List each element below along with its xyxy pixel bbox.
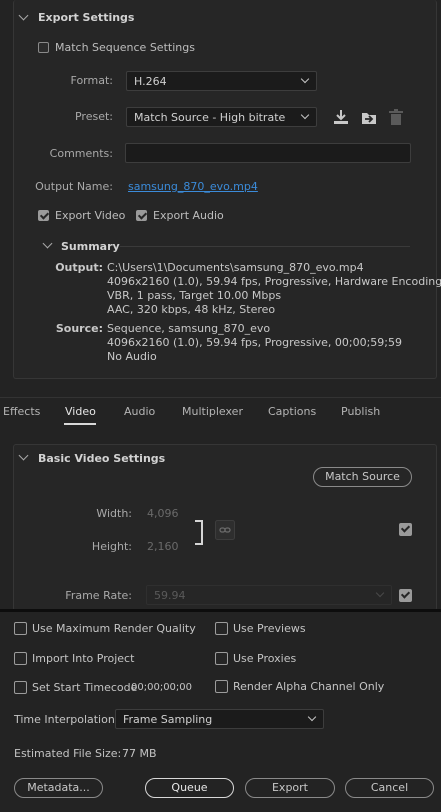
- summary-source-line-3: No Audio: [107, 350, 157, 363]
- preset-select[interactable]: Match Source - High bitrate: [126, 107, 317, 127]
- import-preset-icon[interactable]: [360, 108, 378, 126]
- dimensions-override-checkbox[interactable]: [399, 523, 412, 536]
- tab-audio[interactable]: Audio: [124, 405, 155, 418]
- chevron-down-icon: [375, 588, 385, 598]
- output-name-label: Output Name:: [35, 180, 113, 193]
- max-render-quality-checkbox[interactable]: [14, 622, 27, 635]
- output-name-link[interactable]: samsung_870_evo.mp4: [128, 180, 258, 193]
- width-value[interactable]: 4,096: [147, 507, 179, 520]
- chevron-down-icon: [300, 74, 310, 84]
- format-label: Format:: [70, 74, 113, 87]
- use-proxies-checkbox[interactable]: [215, 652, 228, 665]
- preset-label: Preset:: [74, 110, 113, 123]
- summary-output-line-3: VBR, 1 pass, Target 10.00 Mbps: [107, 289, 282, 302]
- use-proxies-label: Use Proxies: [233, 652, 297, 665]
- max-render-quality-label: Use Maximum Render Quality: [32, 622, 196, 635]
- height-label: Height:: [91, 540, 132, 553]
- height-value[interactable]: 2,160: [147, 540, 179, 553]
- summary-source-line-1: Sequence, samsung_870_evo: [107, 322, 271, 335]
- summary-source-line-2: 4096x2160 (1.0), 59.94 fps, Progressive,…: [107, 336, 403, 349]
- delete-preset-icon[interactable]: [388, 108, 404, 126]
- summary-output-label: Output:: [55, 261, 103, 274]
- format-select[interactable]: H.264: [126, 71, 317, 91]
- summary-title: Summary: [61, 240, 120, 253]
- export-settings-title: Export Settings: [38, 11, 135, 24]
- chevron-down-icon: [307, 712, 317, 722]
- queue-button[interactable]: Queue: [145, 778, 234, 798]
- export-audio-label: Export Audio: [153, 209, 224, 222]
- save-preset-icon[interactable]: [332, 108, 350, 126]
- chevron-down-icon: [300, 110, 310, 120]
- active-tab-underline: [64, 423, 96, 425]
- summary-output-line-1: C:\Users\1\Documents\samsung_870_evo.mp4: [107, 261, 364, 274]
- export-button[interactable]: Export: [245, 778, 335, 798]
- format-value: H.264: [134, 75, 167, 88]
- import-into-project-checkbox[interactable]: [14, 652, 27, 665]
- frame-rate-value: 59.94: [154, 589, 186, 602]
- start-timecode-value[interactable]: 00;00;00;00: [131, 682, 192, 693]
- match-source-button[interactable]: Match Source: [313, 467, 412, 487]
- file-size-value: 77 MB: [122, 747, 157, 760]
- tab-video[interactable]: Video: [65, 405, 96, 418]
- bottom-divider: [0, 609, 441, 612]
- summary-output-line-2: 4096x2160 (1.0), 59.94 fps, Progressive,…: [107, 275, 441, 288]
- time-interpolation-label: Time Interpolation:: [14, 713, 119, 726]
- import-into-project-label: Import Into Project: [32, 652, 135, 665]
- frame-rate-label: Frame Rate:: [65, 589, 132, 602]
- tab-bar-divider: [0, 397, 441, 398]
- comments-input[interactable]: [125, 143, 411, 163]
- tab-effects[interactable]: Effects: [3, 405, 40, 418]
- width-label: Width:: [96, 507, 132, 520]
- match-sequence-label: Match Sequence Settings: [55, 41, 195, 54]
- tab-publish[interactable]: Publish: [341, 405, 380, 418]
- aspect-link-bracket: [195, 520, 203, 545]
- metadata-button[interactable]: Metadata...: [14, 778, 103, 798]
- export-video-label: Export Video: [55, 209, 126, 222]
- comments-label: Comments:: [49, 147, 113, 160]
- frame-rate-override-checkbox[interactable]: [399, 589, 412, 602]
- tab-multiplexer[interactable]: Multiplexer: [182, 405, 243, 418]
- time-interpolation-select[interactable]: Frame Sampling: [115, 709, 324, 729]
- time-interpolation-value: Frame Sampling: [123, 713, 213, 726]
- preset-value: Match Source - High bitrate: [134, 111, 286, 124]
- summary-divider: [120, 246, 410, 247]
- use-previews-checkbox[interactable]: [215, 622, 228, 635]
- set-start-timecode-checkbox[interactable]: [14, 681, 27, 694]
- summary-source-label: Source:: [55, 322, 103, 335]
- frame-rate-select[interactable]: 59.94: [146, 585, 392, 605]
- tab-captions[interactable]: Captions: [268, 405, 316, 418]
- file-size-label: Estimated File Size:: [14, 747, 122, 760]
- link-icon[interactable]: [215, 520, 235, 540]
- match-sequence-checkbox[interactable]: [38, 42, 49, 53]
- cancel-button[interactable]: Cancel: [345, 778, 434, 798]
- basic-video-settings-title: Basic Video Settings: [38, 452, 166, 465]
- render-alpha-label: Render Alpha Channel Only: [233, 680, 385, 693]
- export-video-checkbox[interactable]: [38, 210, 49, 221]
- use-previews-label: Use Previews: [233, 622, 306, 635]
- summary-output-line-4: AAC, 320 kbps, 48 kHz, Stereo: [107, 303, 276, 316]
- export-audio-checkbox[interactable]: [136, 210, 147, 221]
- render-alpha-checkbox[interactable]: [215, 680, 228, 693]
- set-start-timecode-label: Set Start Timecode: [32, 681, 138, 694]
